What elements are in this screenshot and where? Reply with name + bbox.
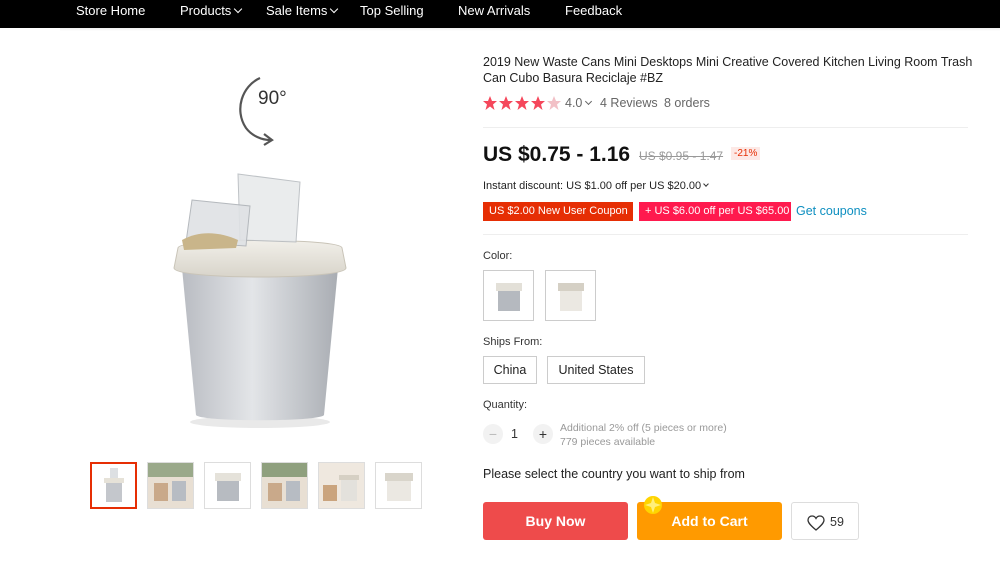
thumbnail-3[interactable]: [204, 462, 251, 509]
bulk-discount-note: Additional 2% off (5 pieces or more): [560, 422, 727, 434]
chevron-down-icon: [330, 4, 339, 14]
thumbnail-1[interactable]: [90, 462, 137, 509]
thumbnail-image: [262, 463, 307, 508]
new-user-coupon[interactable]: US $2.00 New User Coupon: [483, 202, 633, 221]
rotate-arrow-icon: [239, 76, 274, 146]
instant-discount-label: Instant discount: US $1.00 off per US $2…: [483, 180, 702, 192]
orders-count: 8 orders: [664, 96, 710, 110]
nav-top-selling-label: Top Selling: [360, 3, 424, 18]
nav-feedback-label: Feedback: [565, 3, 623, 18]
get-coupons-link[interactable]: Get coupons: [796, 204, 867, 218]
thumbnail-2[interactable]: [147, 462, 194, 509]
nav-sale-items-label: Sale Items: [266, 3, 328, 18]
sparkle-icon: [644, 496, 662, 514]
original-price: US $0.95 - 1.47: [639, 149, 724, 163]
quantity-note: Additional 2% off (5 pieces or more) 779…: [560, 421, 727, 449]
buy-now-button[interactable]: Buy Now: [483, 502, 628, 540]
thumbnail-6[interactable]: [375, 462, 422, 509]
color-swatch-white[interactable]: [545, 270, 596, 321]
rotate-degree-label: 90°: [258, 88, 287, 109]
reviews-link[interactable]: 4 Reviews: [600, 96, 658, 110]
nav-products[interactable]: Products: [180, 0, 243, 24]
thumbnail-image: [148, 463, 193, 508]
price: US $0.75 - 1.16: [483, 143, 631, 166]
nav-sale-items[interactable]: Sale Items: [266, 0, 339, 24]
chevron-down-icon: [703, 181, 709, 187]
instant-discount[interactable]: Instant discount: US $1.00 off per US $2…: [483, 180, 709, 192]
thumbnail-image: [319, 463, 364, 508]
star-rating: [483, 96, 561, 110]
ship-country-prompt: Please select the country you want to sh…: [483, 467, 745, 481]
top-navigation: Store Home Products Sale Items Top Selli…: [0, 0, 1000, 28]
divider: [483, 234, 968, 235]
product-title: 2019 New Waste Cans Mini Desktops Mini C…: [483, 55, 973, 85]
nav-feedback[interactable]: Feedback: [565, 0, 622, 24]
divider: [483, 127, 968, 128]
thumbnail-image: [104, 468, 124, 502]
chevron-down-icon: [234, 4, 243, 14]
wishlist-button[interactable]: 59: [791, 502, 859, 540]
quantity-decrease-button[interactable]: −: [483, 424, 503, 444]
color-swatch-gray[interactable]: [483, 270, 534, 321]
swatch-image: [558, 283, 584, 311]
rating-value: 4.0: [565, 96, 583, 110]
heart-icon: [807, 515, 825, 531]
discount-badge: -21%: [731, 147, 761, 160]
store-coupon[interactable]: + US $6.00 off per US $65.00: [639, 202, 791, 221]
ships-from-label: Ships From:: [483, 336, 543, 348]
quantity-increase-button[interactable]: +: [533, 424, 553, 444]
thumbnail-5[interactable]: [318, 462, 365, 509]
swatch-image: [496, 283, 522, 311]
thumbnail-image: [215, 473, 241, 501]
thumbnail-image: [385, 473, 413, 501]
stock-available: 779 pieces available: [560, 436, 656, 448]
nav-new-arrivals-label: New Arrivals: [458, 3, 531, 18]
nav-divider: [60, 28, 1000, 31]
nav-products-label: Products: [180, 3, 232, 18]
rating-dropdown[interactable]: 4.0: [565, 96, 593, 110]
nav-store-home-label: Store Home: [76, 3, 146, 18]
chevron-down-icon: [585, 97, 593, 106]
ship-from-united-states[interactable]: United States: [547, 356, 645, 384]
wishlist-count: 59: [830, 515, 844, 529]
nav-new-arrivals[interactable]: New Arrivals: [458, 0, 530, 24]
main-product-image[interactable]: [160, 160, 360, 430]
quantity-label: Quantity:: [483, 399, 528, 411]
color-label: Color:: [483, 250, 513, 262]
thumbnail-4[interactable]: [261, 462, 308, 509]
quantity-value[interactable]: 1: [511, 427, 518, 441]
nav-top-selling[interactable]: Top Selling: [360, 0, 424, 24]
nav-store-home[interactable]: Store Home: [76, 0, 145, 24]
ship-from-china[interactable]: China: [483, 356, 537, 384]
